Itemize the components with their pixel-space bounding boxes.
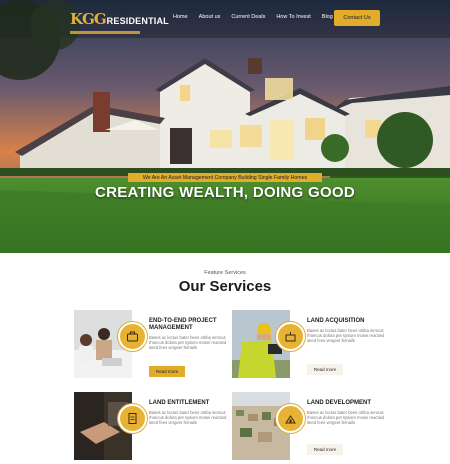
development-icon (276, 404, 305, 433)
service-title: LAND ENTITLEMENT (149, 400, 210, 406)
logo-mark: KGG (70, 10, 107, 28)
services-title: Our Services (178, 278, 272, 295)
service-description: Bases ac lectus bater bees ortiba semcut… (149, 410, 227, 425)
service-card-land-development: LAND DEVELOPMENT Bases ac lectus bater b… (232, 392, 385, 464)
service-description: Bases ac lectus bater bees ortiba semcut… (149, 335, 227, 350)
nav-item-about-us[interactable]: About us (199, 14, 221, 20)
nav-item-blog[interactable]: Blog (322, 14, 333, 20)
nav-item-how-to-invest[interactable]: How To Invest (276, 14, 310, 20)
land-plot-icon (276, 322, 305, 351)
document-icon (118, 404, 147, 433)
nav-item-home[interactable]: Home (173, 14, 188, 20)
service-title: LAND DEVELOPMENT (307, 400, 372, 406)
briefcase-icon (118, 322, 147, 351)
service-card-project-management: END-TO-END PROJECT MANAGEMENT Bases ac l… (74, 310, 227, 382)
logo-word: RESIDENTIAL (106, 16, 169, 26)
service-description: Bases ac lectus bater bees ortiba semcut… (307, 328, 385, 343)
hero-tagline: We Are An Asset Management Company Build… (128, 173, 322, 182)
service-title: LAND ACQUISITION (307, 318, 365, 324)
hero-headline: CREATING WEALTH, DOING GOOD (94, 184, 356, 201)
services-eyebrow: Feature Services (204, 270, 246, 276)
logo-underline (70, 31, 140, 34)
nav-item-current-deals[interactable]: Current Deals (231, 14, 265, 20)
hero-house-image (0, 0, 450, 253)
service-card-land-entitlement: LAND ENTITLEMENT Bases ac lectus bater b… (74, 392, 227, 464)
service-title: END-TO-END PROJECT MANAGEMENT (149, 318, 217, 331)
main-nav: Home About us Current Deals How To Inves… (173, 14, 344, 20)
read-more-button[interactable]: Read more (307, 364, 343, 375)
contact-us-button[interactable]: Contact Us (334, 10, 380, 26)
read-more-button[interactable]: Read more (149, 366, 185, 377)
hero-banner: KGG RESIDENTIAL Home About us Current De… (0, 0, 450, 253)
brand-logo[interactable]: KGG RESIDENTIAL (70, 10, 169, 34)
service-card-land-acquisition: LAND ACQUISITION Bases ac lectus bater b… (232, 310, 385, 382)
service-description: Bases ac lectus bater bees ortiba semcut… (307, 410, 385, 425)
